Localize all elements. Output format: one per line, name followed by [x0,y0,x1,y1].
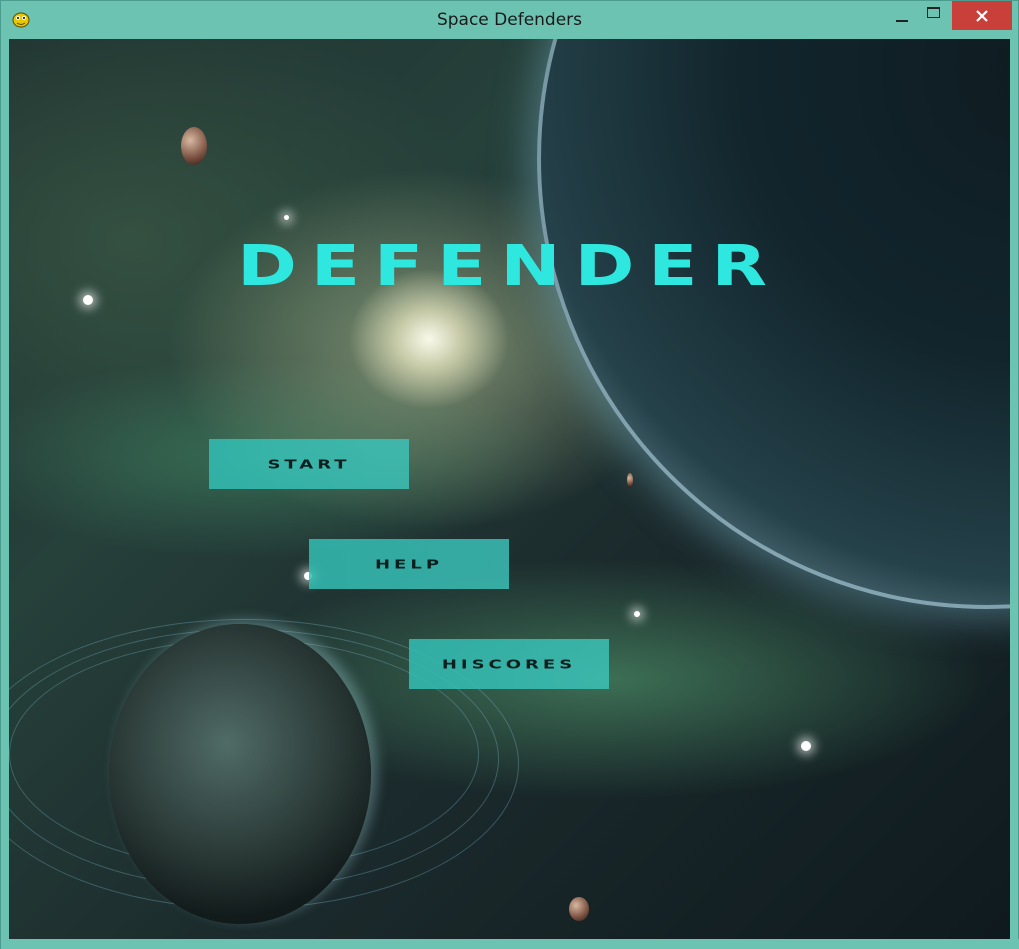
maximize-icon [926,6,940,18]
game-logo: DEFENDER [237,235,781,299]
game-canvas[interactable]: DEFENDER START HELP HISCORES [9,39,1010,939]
help-button-label: HELP [374,556,444,572]
star [83,295,93,305]
ringed-planet [109,624,371,924]
game-window: Space Defenders DEFENDER START HELP HISC… [0,0,1019,949]
window-bottom-border [1,939,1019,949]
start-button[interactable]: START [209,439,409,489]
star [634,611,640,617]
start-button-label: START [267,456,351,472]
star [801,741,811,751]
window-title: Space Defenders [436,10,583,30]
minimize-button[interactable] [887,1,917,29]
hiscores-button-label: HISCORES [441,656,577,672]
game-logo-text: DEFENDER [237,235,781,299]
help-button[interactable]: HELP [309,539,509,589]
moon [569,897,589,921]
close-button[interactable] [952,1,1012,30]
moon [181,127,207,165]
maximize-button[interactable] [918,1,948,29]
planet-rim [537,39,1010,609]
close-icon [976,9,988,22]
star [284,215,289,220]
hiscores-button[interactable]: HISCORES [409,639,609,689]
title-bar[interactable]: Space Defenders [1,1,1018,39]
moon [627,473,633,487]
minimize-icon [896,20,908,22]
